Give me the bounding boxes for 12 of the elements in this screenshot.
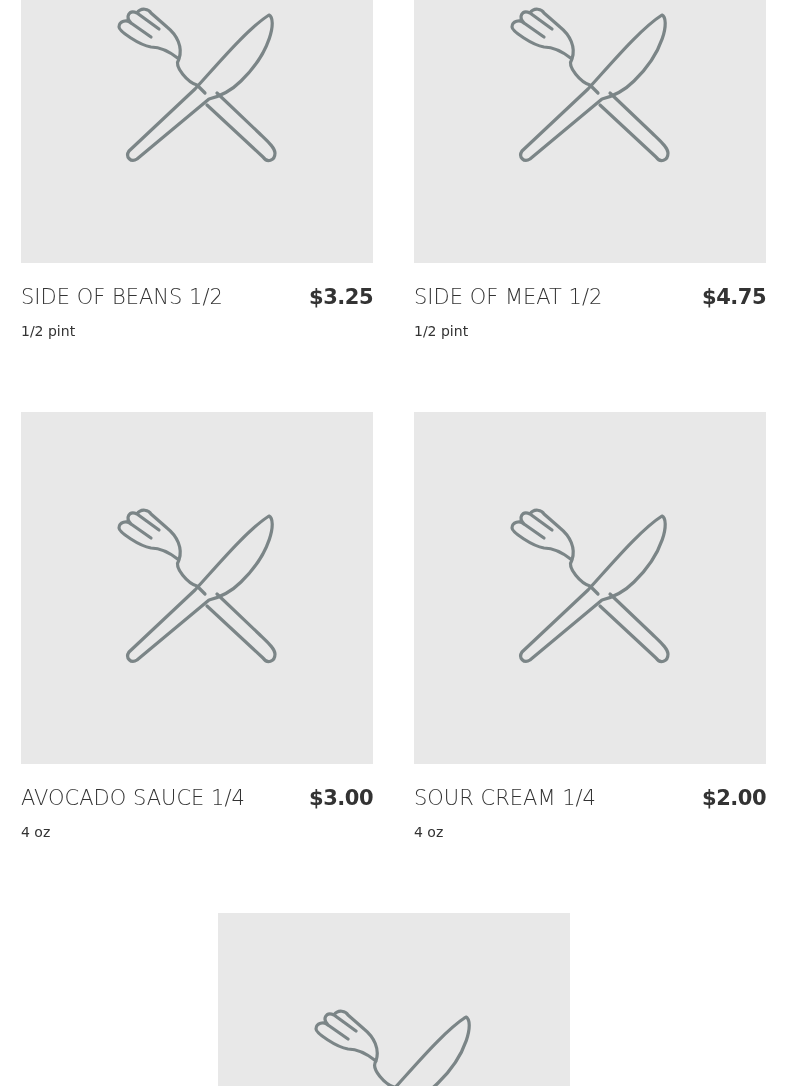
item-description: 1/2 pint bbox=[414, 323, 470, 339]
item-name: SIDE OF MEAT 1/2 bbox=[414, 285, 603, 309]
item-description: 4 oz bbox=[414, 824, 445, 840]
item-price: $2.00 bbox=[702, 786, 766, 810]
item-price: $3.25 bbox=[309, 285, 373, 309]
item-price: $3.00 bbox=[309, 786, 373, 810]
item-name: SOUR CREAM 1/4 bbox=[414, 786, 596, 810]
item-description: 1/2 pint bbox=[21, 323, 77, 339]
item-name: SIDE OF BEANS 1/2 bbox=[21, 285, 223, 309]
item-name: AVOCADO SAUCE 1/4 bbox=[21, 786, 245, 810]
item-price: $4.75 bbox=[702, 285, 766, 309]
item-description: 4 oz bbox=[21, 824, 52, 840]
